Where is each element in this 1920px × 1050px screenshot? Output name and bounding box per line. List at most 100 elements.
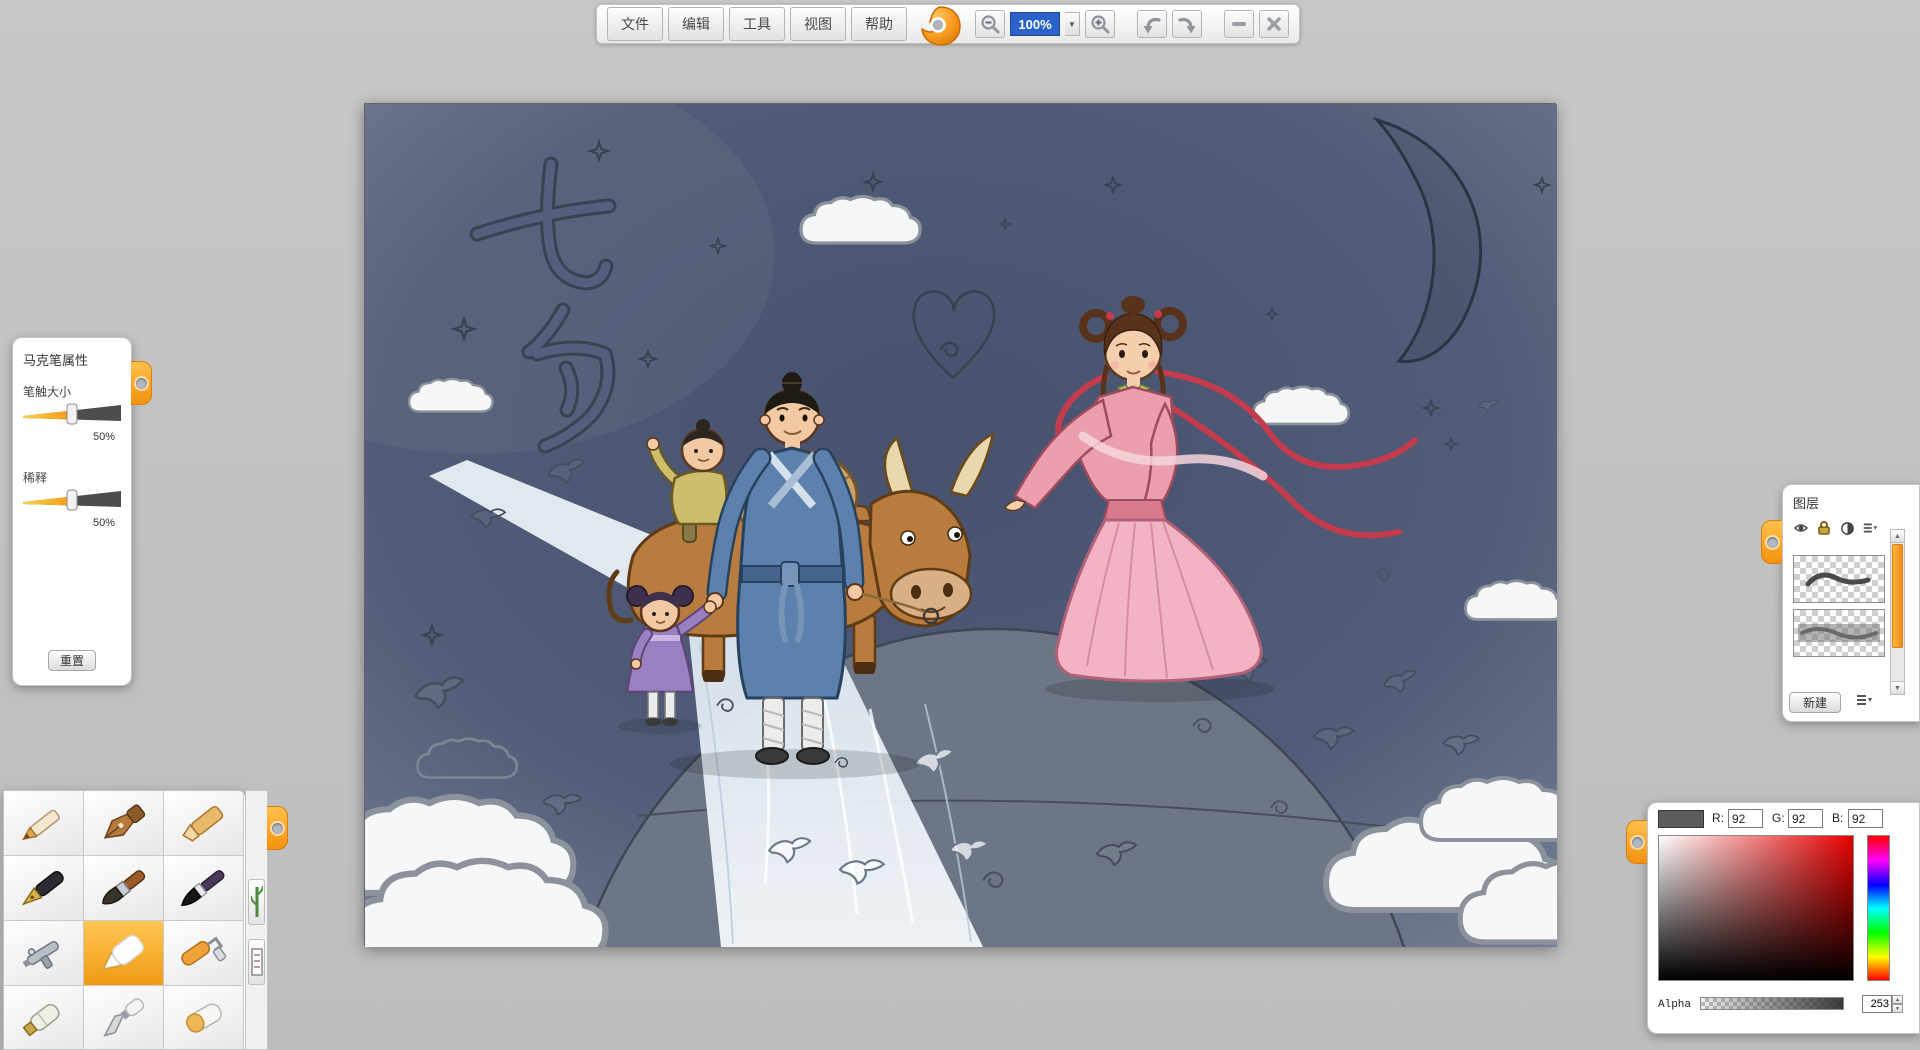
green-channel-label: G: [1772, 811, 1785, 825]
menu-tools[interactable]: 工具 [729, 7, 785, 41]
redo-button[interactable] [1172, 10, 1202, 38]
tool-pencil[interactable] [4, 791, 84, 856]
zoom-dropdown-button[interactable]: ▼ [1065, 12, 1080, 36]
brush-size-value: 50% [92, 431, 115, 443]
saturation-value-picker[interactable] [1658, 835, 1854, 981]
marker-panel-title: 马克笔属性 [23, 353, 89, 368]
red-value-input[interactable] [1728, 809, 1763, 828]
alpha-label: Alpha [1658, 999, 1692, 1011]
layer-thumbnail-1[interactable] [1793, 555, 1885, 603]
alpha-value-input[interactable] [1862, 995, 1892, 1013]
magnifier-minus-icon [981, 15, 1000, 34]
panel-tab-hole-icon [1766, 536, 1778, 548]
tool-marker[interactable] [84, 921, 164, 986]
tool-marker-chisel[interactable] [164, 791, 244, 856]
zoom-in-button[interactable] [1085, 10, 1115, 38]
menu-edit[interactable]: 编辑 [668, 7, 724, 41]
blue-value-input[interactable] [1848, 809, 1883, 828]
minimize-button[interactable] [1224, 10, 1254, 38]
minimize-icon [1232, 22, 1246, 26]
green-value-input[interactable] [1788, 809, 1823, 828]
menu-help[interactable]: 帮助 [851, 7, 907, 41]
tool-palette-knife[interactable] [84, 986, 164, 1049]
tool-paint-roller[interactable] [164, 921, 244, 986]
paint-roller-icon [180, 936, 226, 966]
tool-ink-brush[interactable] [164, 856, 244, 921]
fountain-pen-icon [21, 870, 64, 906]
alpha-spin-up-icon[interactable]: ▲ [1892, 995, 1903, 1004]
marker-icon [101, 934, 144, 971]
layers-panel-handle-tab[interactable] [1761, 520, 1782, 564]
layers-menu-icon[interactable] [1855, 693, 1873, 712]
color-picker-panel: R: G: B: Alpha ▲ ▼ [1647, 802, 1920, 1034]
color-panel-handle-tab[interactable] [1626, 820, 1647, 864]
canvas-artwork [365, 104, 1557, 947]
tool-palette-panel [3, 790, 246, 1050]
layer-1-preview [1805, 572, 1871, 587]
undo-button[interactable] [1137, 10, 1167, 38]
red-channel-label: R: [1712, 811, 1724, 825]
zoom-level-field[interactable] [1010, 12, 1060, 36]
dilution-slider-handle[interactable] [66, 489, 78, 511]
paint-tube-icon [22, 1003, 59, 1037]
visibility-eye-icon[interactable] [1793, 520, 1809, 536]
layers-footer: 新建 [1789, 692, 1909, 713]
ink-brush-icon [180, 870, 225, 907]
tool-pen-nib[interactable] [84, 791, 164, 856]
close-button[interactable] [1259, 10, 1289, 38]
palette-knife-icon [102, 998, 144, 1037]
menu-view[interactable]: 视图 [790, 7, 846, 41]
tool-eraser[interactable] [164, 986, 244, 1049]
brush-size-label: 笔触大小 [23, 385, 72, 399]
layers-scrollbar[interactable]: ▲ ▼ [1890, 529, 1905, 695]
app-logo-icon[interactable] [918, 3, 964, 54]
hue-slider[interactable] [1867, 835, 1890, 981]
zoom-out-button[interactable] [975, 10, 1005, 38]
layers-scrollbar-thumb[interactable] [1892, 544, 1903, 648]
blue-channel-label: B: [1832, 811, 1844, 825]
marker-chisel-icon [181, 806, 223, 842]
tool-airbrush[interactable] [4, 921, 84, 986]
tool-palette-handle-tab[interactable] [267, 806, 288, 850]
tool-paintbrush[interactable] [84, 856, 164, 921]
panel-tab-hole-icon [135, 377, 147, 389]
marker-panel-handle-tab[interactable] [131, 361, 152, 405]
bamboo-pen-icon [250, 885, 263, 917]
alpha-spin-down-icon[interactable]: ▼ [1892, 1004, 1903, 1013]
new-layer-button[interactable]: 新建 [1789, 692, 1841, 713]
tool-paint-tube[interactable] [4, 986, 84, 1049]
pencil-icon [21, 809, 60, 841]
alpha-spinner: ▲ ▼ [1862, 995, 1903, 1013]
layers-panel: 图层 ▲ ▼ 新建 [1782, 484, 1920, 722]
layer-thumbnail-2[interactable] [1793, 609, 1885, 657]
tool-palette-side-strip [246, 790, 268, 1050]
app-root: { "app": { "accent_orange": "#f7941d", "… [0, 0, 1920, 1050]
panel-tab-hole-icon [271, 822, 283, 834]
undo-icon [1143, 17, 1161, 34]
reset-button[interactable]: 重置 [48, 650, 96, 671]
lock-icon[interactable] [1816, 520, 1832, 536]
menu-file[interactable]: 文件 [607, 7, 663, 41]
texture-card-icon [250, 948, 263, 976]
tool-texture-card[interactable] [248, 939, 265, 985]
layer-2-preview [1798, 624, 1880, 642]
airbrush-icon [22, 941, 59, 969]
panel-tab-hole-icon [1631, 836, 1643, 848]
layer-list [1789, 549, 1893, 685]
eraser-icon [185, 1003, 222, 1033]
tool-bamboo-pen[interactable] [248, 879, 265, 925]
canvas[interactable] [364, 103, 1557, 947]
layer-options-icon[interactable] [1862, 520, 1878, 536]
scroll-up-icon[interactable]: ▲ [1891, 530, 1904, 543]
layers-panel-title: 图层 [1793, 496, 1820, 511]
alpha-slider[interactable] [1700, 997, 1844, 1010]
dilution-value: 50% [92, 517, 115, 529]
brush-size-slider-handle[interactable] [66, 403, 78, 425]
dilution-slider[interactable] [13, 488, 131, 517]
brush-size-slider[interactable] [13, 402, 131, 431]
blend-contrast-icon[interactable] [1839, 520, 1855, 536]
current-color-swatch[interactable] [1658, 810, 1704, 828]
redo-icon [1178, 17, 1196, 34]
tool-fountain-pen[interactable] [4, 856, 84, 921]
close-icon [1267, 17, 1281, 31]
